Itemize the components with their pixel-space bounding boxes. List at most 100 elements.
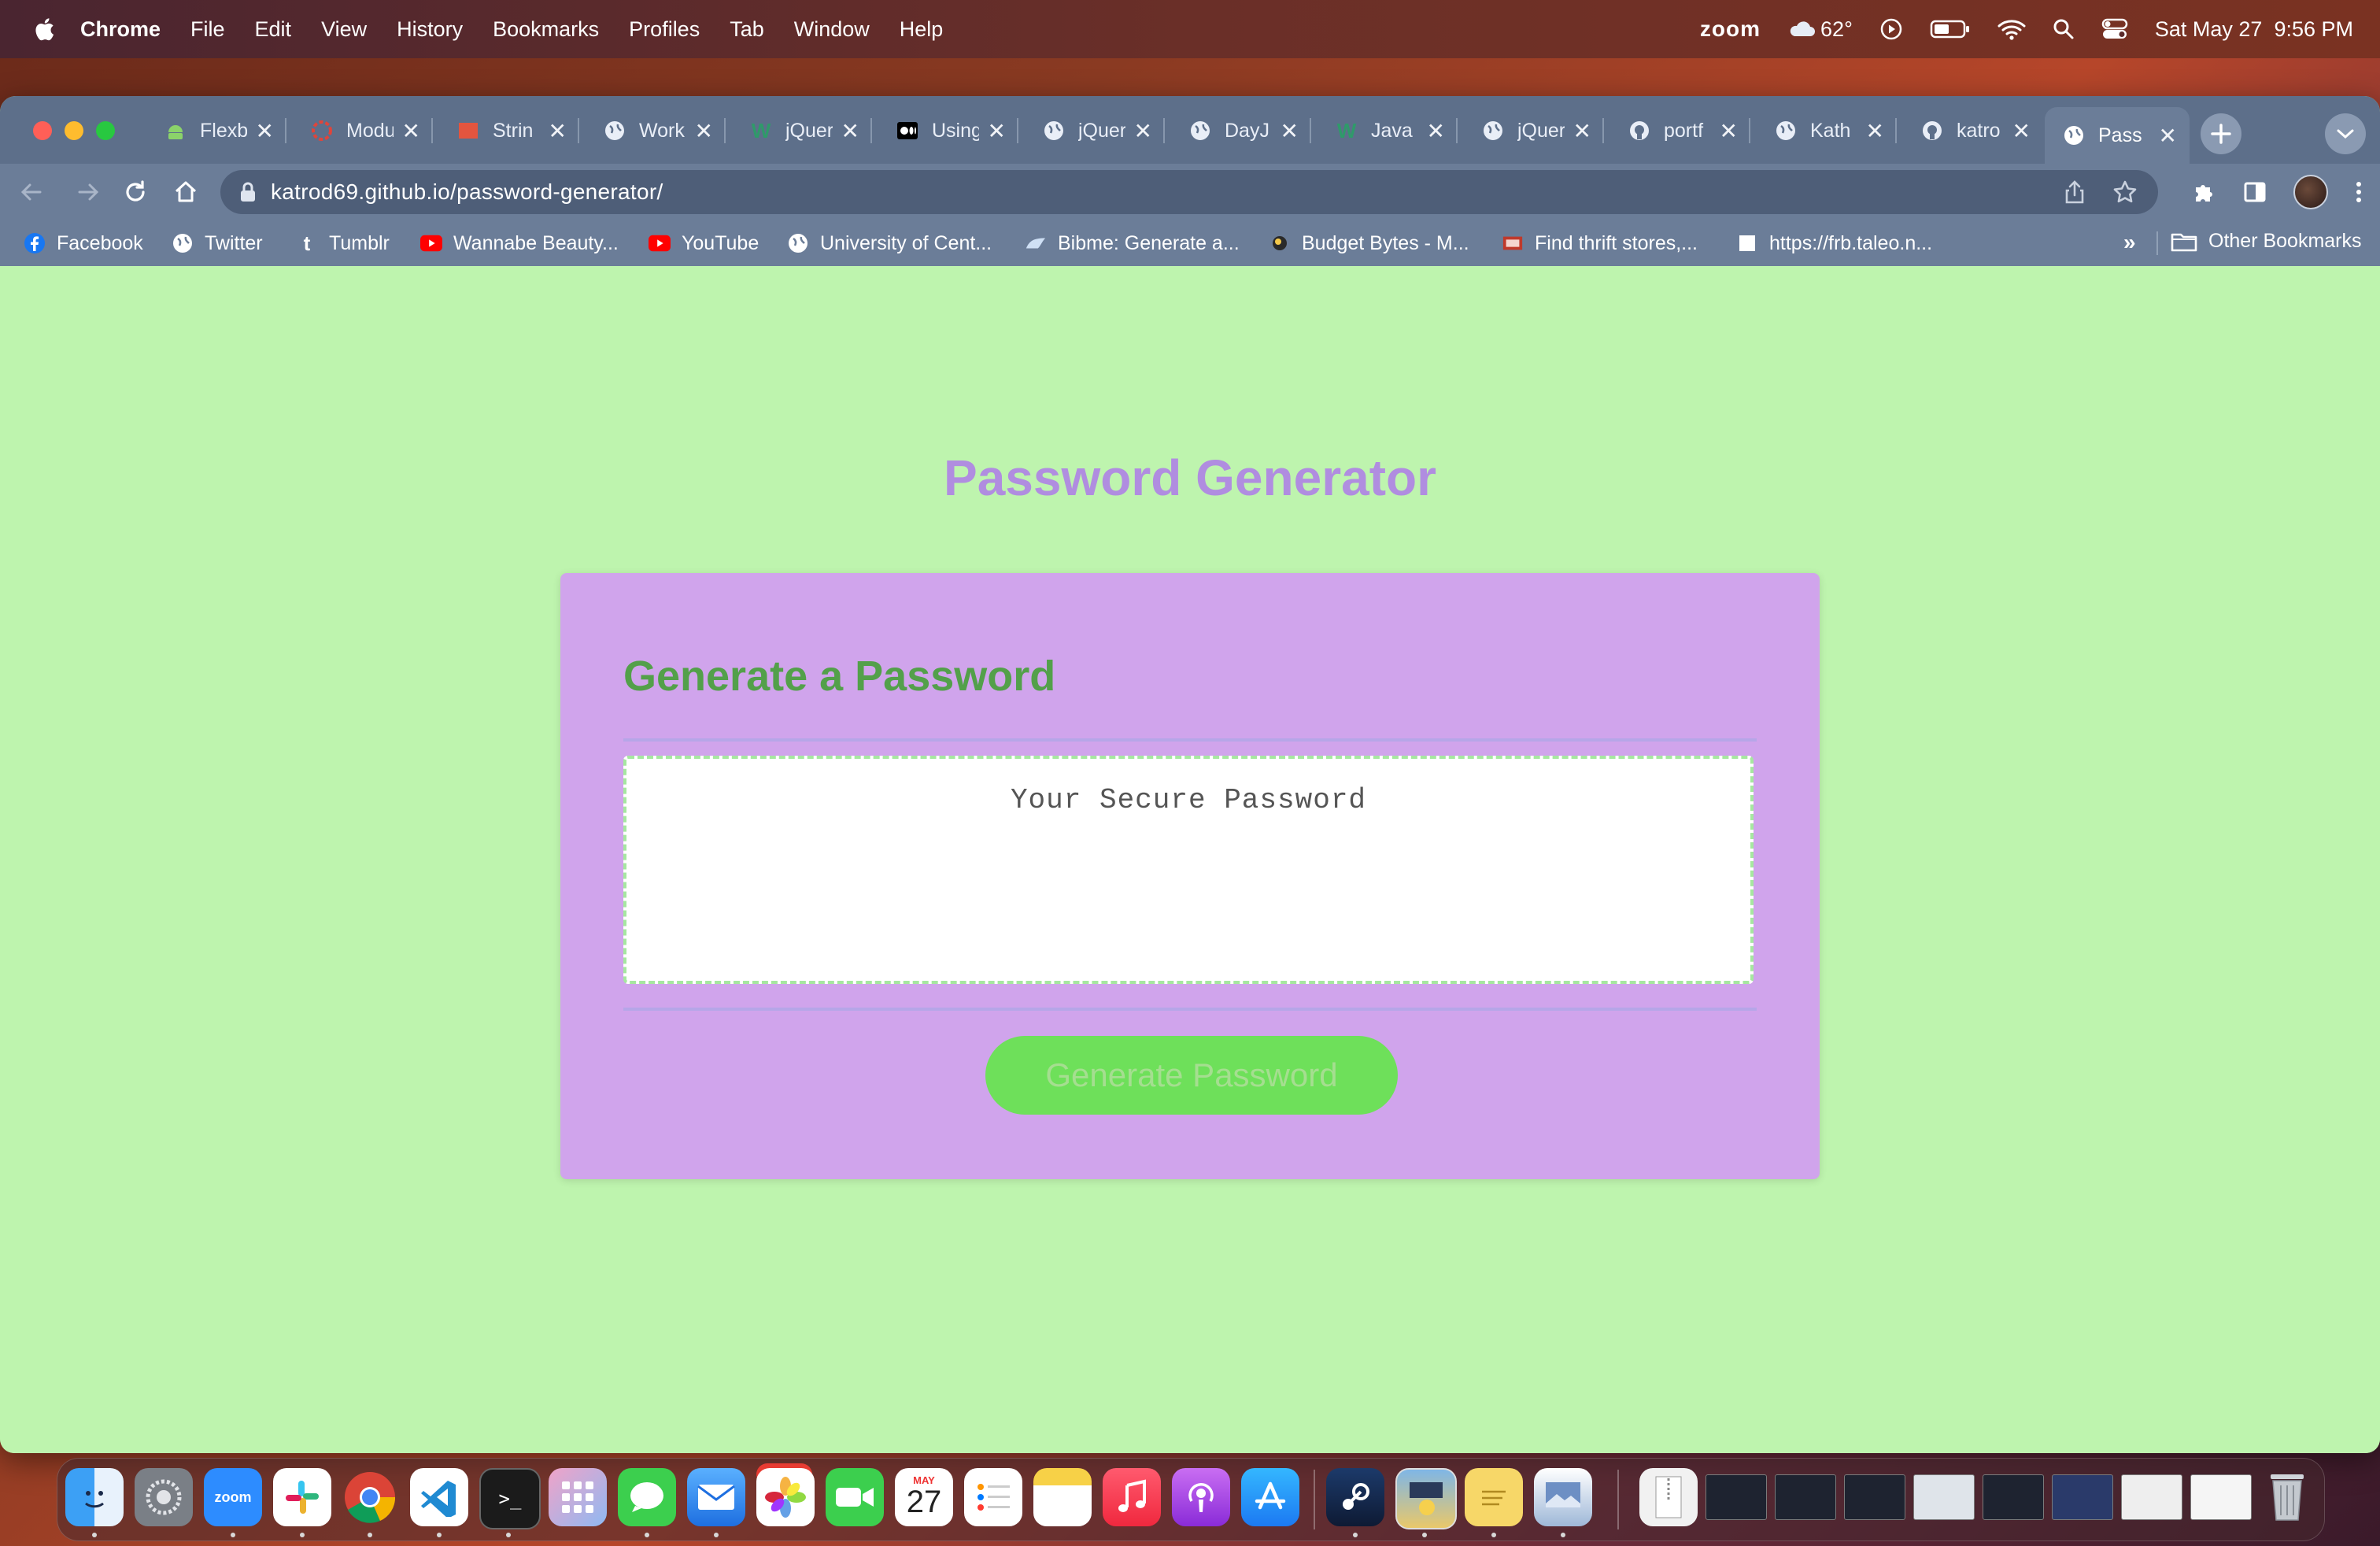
vscode-icon[interactable] <box>410 1468 468 1526</box>
tab-portfolio[interactable]: portf ✕ <box>1610 109 1750 153</box>
mail-icon[interactable] <box>687 1468 745 1526</box>
bookmarks-overflow-chevron-icon[interactable]: » <box>2123 230 2136 255</box>
tab-dayjs[interactable]: DayJ ✕ <box>1171 109 1311 153</box>
lock-icon[interactable] <box>239 181 257 203</box>
tab-close-icon[interactable]: ✕ <box>1573 118 1591 144</box>
menu-profiles[interactable]: Profiles <box>629 17 700 42</box>
kebab-menu-icon[interactable] <box>2355 179 2363 205</box>
tab-close-icon[interactable]: ✕ <box>549 118 567 144</box>
new-tab-button[interactable] <box>2201 113 2241 154</box>
back-button[interactable] <box>14 175 49 209</box>
bookmark-bibme[interactable]: Bibme: Generate a... <box>1025 230 1240 257</box>
facetime-icon[interactable] <box>826 1468 884 1526</box>
spotlight-search-icon[interactable] <box>2053 18 2075 40</box>
trash-icon[interactable] <box>2258 1468 2316 1526</box>
side-panel-icon[interactable] <box>2243 180 2267 204</box>
zoom-app-icon[interactable]: zoom <box>204 1468 262 1526</box>
weather-status-item[interactable]: 62° <box>1787 17 1853 42</box>
menu-help[interactable]: Help <box>900 17 944 42</box>
bookmark-wannabe-beauty[interactable]: Wannabe Beauty... <box>420 230 619 257</box>
menubar-clock[interactable]: Sat May 27 9:56 PM <box>2155 17 2353 42</box>
control-center-icon[interactable] <box>2101 18 2128 40</box>
notes-icon[interactable] <box>1033 1468 1092 1526</box>
close-window-button[interactable] <box>33 121 52 140</box>
menu-bookmarks[interactable]: Bookmarks <box>493 17 599 42</box>
minimized-window-thumbnail[interactable] <box>2190 1474 2252 1520</box>
bookmark-youtube[interactable]: YouTube <box>649 230 759 257</box>
forward-button[interactable] <box>71 175 105 209</box>
tab-strings[interactable]: Strin ✕ <box>439 109 579 153</box>
tab-jquery-2[interactable]: jQuer ✕ <box>1025 109 1165 153</box>
menu-edit[interactable]: Edit <box>255 17 292 42</box>
tab-close-icon[interactable]: ✕ <box>988 118 1006 144</box>
generate-password-button[interactable]: Generate Password <box>985 1036 1398 1115</box>
terminal-icon[interactable]: >_ <box>479 1468 541 1529</box>
bookmark-facebook[interactable]: Facebook <box>24 230 143 257</box>
tab-jquery-3[interactable]: jQuer ✕ <box>1464 109 1604 153</box>
tab-search-button[interactable] <box>2325 113 2366 154</box>
tab-close-icon[interactable]: ✕ <box>1281 118 1299 144</box>
tab-close-icon[interactable]: ✕ <box>256 118 274 144</box>
home-button[interactable] <box>168 175 203 209</box>
photos-icon[interactable] <box>756 1468 815 1526</box>
minimize-window-button[interactable] <box>65 121 83 140</box>
tab-close-icon[interactable]: ✕ <box>1134 118 1152 144</box>
zoom-status-item[interactable]: zoom <box>1700 17 1761 42</box>
tab-jquery-1[interactable]: W jQuer ✕ <box>732 109 872 153</box>
messages-icon[interactable] <box>618 1468 676 1526</box>
tab-close-icon[interactable]: ✕ <box>1427 118 1445 144</box>
menu-tab[interactable]: Tab <box>730 17 764 42</box>
preview-icon[interactable] <box>1534 1468 1592 1526</box>
slack-icon[interactable] <box>273 1468 331 1526</box>
app-store-icon[interactable] <box>1241 1468 1299 1526</box>
tab-close-icon[interactable]: ✕ <box>2012 118 2031 144</box>
clock-weather-widget-icon[interactable] <box>1395 1468 1457 1529</box>
tab-close-icon[interactable]: ✕ <box>1720 118 1738 144</box>
steam-icon[interactable] <box>1326 1468 1384 1526</box>
url-text[interactable]: katrod69.github.io/password-generator/ <box>271 179 663 205</box>
tab-close-icon[interactable]: ✕ <box>841 118 859 144</box>
podcasts-icon[interactable] <box>1172 1468 1230 1526</box>
minimized-window-thumbnail[interactable] <box>1983 1474 2044 1520</box>
bookmark-university[interactable]: University of Cent... <box>787 230 992 257</box>
address-bar[interactable]: katrod69.github.io/password-generator/ <box>220 170 2158 214</box>
reminders-icon[interactable] <box>964 1468 1022 1526</box>
bookmark-budget-bytes[interactable]: Budget Bytes - M... <box>1269 230 1469 257</box>
minimized-window-thumbnail[interactable] <box>1844 1474 1905 1520</box>
menu-view[interactable]: View <box>321 17 367 42</box>
bookmark-star-icon[interactable] <box>2112 179 2138 205</box>
chrome-app-icon[interactable] <box>341 1468 399 1526</box>
extensions-puzzle-icon[interactable] <box>2191 179 2216 205</box>
tab-close-icon[interactable]: ✕ <box>695 118 713 144</box>
profile-avatar[interactable] <box>2293 175 2328 209</box>
tab-close-icon[interactable]: ✕ <box>2159 123 2177 149</box>
finder-icon[interactable] <box>65 1468 124 1526</box>
password-output[interactable] <box>623 756 1754 984</box>
bookmark-thrift-stores[interactable]: Find thrift stores,... <box>1502 230 1698 257</box>
play-circle-icon[interactable] <box>1879 17 1903 41</box>
tab-flexbox[interactable]: Flexb ✕ <box>146 109 286 153</box>
minimized-window-thumbnail[interactable] <box>1775 1474 1836 1520</box>
music-icon[interactable] <box>1103 1468 1161 1526</box>
tab-kath[interactable]: Kath ✕ <box>1757 109 1897 153</box>
tab-modules[interactable]: Modu ✕ <box>293 109 433 153</box>
tab-close-icon[interactable]: ✕ <box>1866 118 1884 144</box>
tab-using[interactable]: Using ✕ <box>878 109 1018 153</box>
menu-file[interactable]: File <box>190 17 225 42</box>
calendar-icon[interactable]: MAY 27 <box>895 1468 953 1526</box>
tab-javascript[interactable]: W Java ✕ <box>1318 109 1458 153</box>
bookmark-tumblr[interactable]: t Tumblr <box>296 230 390 257</box>
tab-password-generator-active[interactable]: Pass ✕ <box>2045 107 2190 164</box>
wifi-icon[interactable] <box>1998 18 2026 40</box>
other-bookmarks-folder[interactable]: Other Bookmarks <box>2171 230 2362 253</box>
minimized-window-thumbnail[interactable] <box>1913 1474 1975 1520</box>
reload-button[interactable] <box>118 175 153 209</box>
system-settings-icon[interactable] <box>135 1468 193 1526</box>
share-icon[interactable] <box>2064 179 2086 205</box>
minimized-window-thumbnail[interactable] <box>1706 1474 1767 1520</box>
zip-archive-icon[interactable] <box>1639 1468 1698 1526</box>
tab-close-icon[interactable]: ✕ <box>402 118 420 144</box>
minimized-window-thumbnail[interactable] <box>2052 1474 2113 1520</box>
battery-icon[interactable] <box>1930 19 1971 39</box>
stickies-icon[interactable] <box>1465 1468 1523 1526</box>
